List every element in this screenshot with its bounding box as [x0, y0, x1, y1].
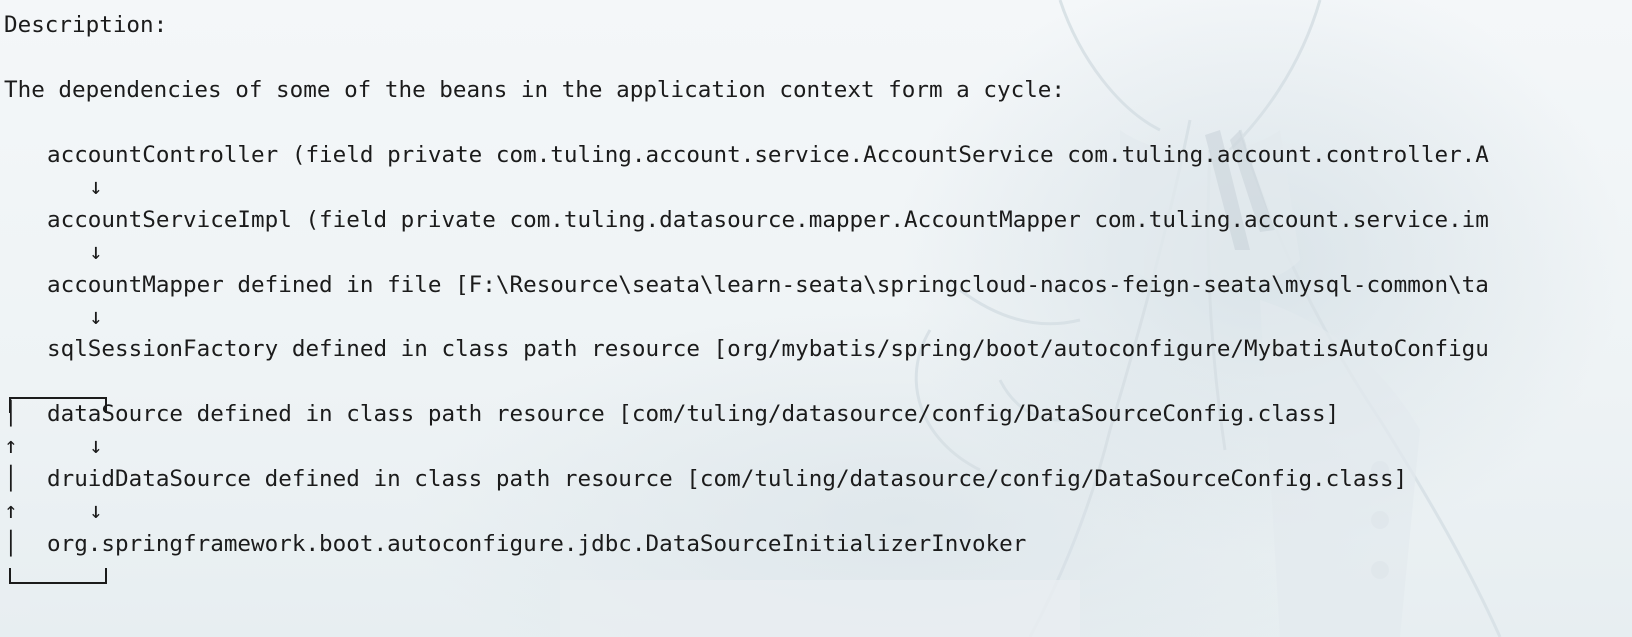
down-arrow-icon: ↓ — [89, 433, 103, 459]
cycle-bracket-bottom — [9, 568, 107, 584]
cycle-entry-account-service-impl: accountServiceImpl (field private com.tu… — [47, 207, 1489, 233]
up-arrow-icon: ↑ — [4, 498, 18, 524]
cycle-entry-sql-session-factory: sqlSessionFactory defined in class path … — [47, 336, 1489, 362]
cycle-entry-account-mapper: accountMapper defined in file [F:\Resour… — [47, 272, 1489, 298]
down-arrow-icon: ↓ — [89, 174, 103, 200]
cycle-entry-data-source: dataSource defined in class path resourc… — [47, 401, 1340, 427]
up-arrow-icon: ↑ — [4, 433, 18, 459]
cycle-vertical-bar: │ — [4, 401, 18, 427]
cycle-entry-druid-data-source: druidDataSource defined in class path re… — [47, 466, 1408, 492]
cycle-entry-data-source-initializer-invoker: org.springframework.boot.autoconfigure.j… — [47, 531, 1027, 557]
down-arrow-icon: ↓ — [89, 498, 103, 524]
error-message: The dependencies of some of the beans in… — [4, 77, 1066, 103]
cycle-vertical-bar: │ — [4, 466, 18, 492]
cycle-vertical-bar: │ — [4, 531, 18, 557]
console-output: Description: The dependencies of some of… — [4, 10, 1632, 630]
description-heading: Description: — [4, 12, 168, 38]
down-arrow-icon: ↓ — [89, 239, 103, 265]
cycle-entry-account-controller: accountController (field private com.tul… — [47, 142, 1489, 168]
down-arrow-icon: ↓ — [89, 304, 103, 330]
